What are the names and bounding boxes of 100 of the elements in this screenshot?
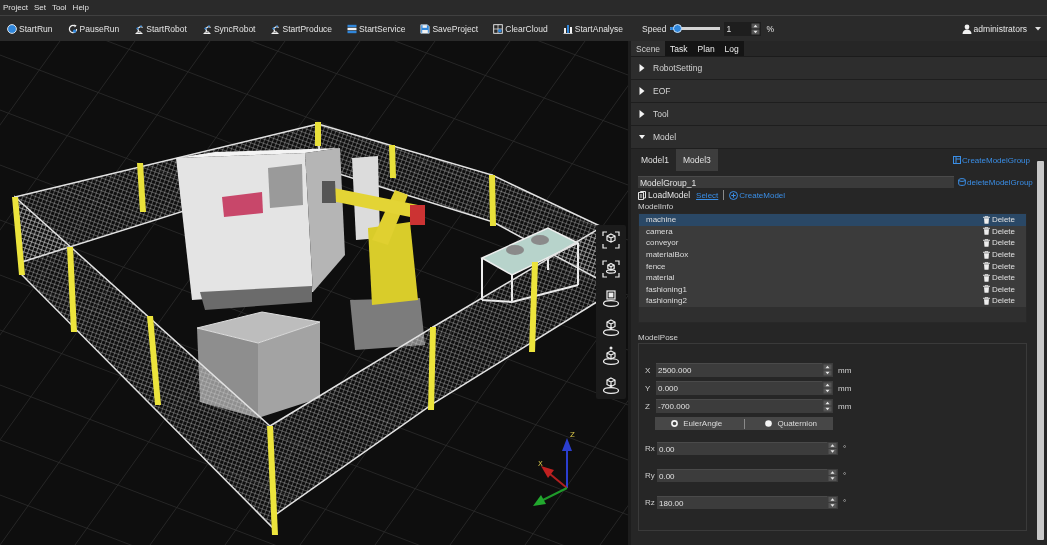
cube-on-disc-icon[interactable] (601, 317, 621, 337)
spin-arrows-icon[interactable] (749, 21, 761, 36)
trash-icon (982, 285, 990, 294)
radio-option[interactable]: Quaternion (749, 417, 833, 430)
accordion-header[interactable]: EOF (631, 80, 1047, 103)
model-name: machine (646, 215, 677, 225)
model-list-row[interactable]: conveyor Delete (639, 237, 1026, 249)
create-model-group-link[interactable]: CreateModelGroup (952, 155, 1030, 165)
menu-item[interactable]: Tool (48, 2, 70, 13)
toolbar-button[interactable]: StartService (345, 19, 408, 38)
cube-on-base-in-brackets-icon[interactable] (601, 259, 621, 279)
number-field[interactable]: 0.000 (656, 381, 822, 395)
model-list-row[interactable]: machine Delete (639, 214, 1026, 226)
unit-label: mm (838, 365, 852, 375)
group-name-field[interactable]: ModelGroup_1 (638, 176, 954, 188)
number-field[interactable]: 180.00 (657, 496, 827, 509)
accordion-header[interactable]: Tool (631, 103, 1047, 126)
axis-gizmo-drawing (533, 438, 572, 506)
menu-item[interactable]: Help (69, 2, 93, 13)
delete-button[interactable]: Delete (982, 296, 1015, 306)
number-field[interactable]: 2500.000 (656, 363, 822, 377)
square-on-disc-icon[interactable] (601, 288, 621, 308)
toolbar-button[interactable]: PauseRun (65, 19, 122, 38)
plus-circle-icon (729, 190, 739, 200)
user-menu[interactable]: administrators (959, 19, 1043, 38)
robot-arm-icon (270, 23, 281, 34)
delete-button[interactable]: Delete (982, 238, 1015, 248)
toolbar-button[interactable]: StartAnalyse (560, 19, 625, 38)
spin-arrows-icon[interactable] (827, 496, 838, 509)
panel-tab[interactable]: Scene (631, 41, 666, 56)
axis-name: Z (645, 401, 651, 411)
number-field[interactable]: 0.00 (657, 442, 827, 455)
section-label: ModelInfo (637, 201, 675, 212)
model-list-row[interactable]: fence Delete (639, 260, 1026, 272)
model-name: conveyor (646, 238, 679, 248)
delete-button[interactable]: Delete (982, 226, 1015, 236)
axis-name: Y (645, 383, 652, 393)
cube-with-dot-on-disc-icon[interactable] (601, 346, 621, 366)
axis-name: Ry (645, 471, 656, 480)
accordion-header[interactable]: Model (631, 126, 1047, 149)
menu-item[interactable]: Set (30, 2, 49, 13)
trash-icon (982, 215, 990, 224)
unit-label: mm (838, 383, 852, 393)
axis-name: Rz (645, 498, 656, 507)
model-name: material (646, 273, 675, 283)
axis-name: Rx (645, 444, 656, 453)
fence-post (315, 122, 321, 146)
robot-arm-icon (134, 23, 145, 34)
trash-icon (982, 296, 990, 305)
load-model-button[interactable]: LoadModel (638, 190, 691, 200)
number-field[interactable]: -700.000 (656, 399, 822, 413)
model-tab[interactable]: Model3 (675, 149, 718, 171)
slider-thumb[interactable] (672, 24, 682, 33)
spin-arrows-icon[interactable] (827, 469, 838, 482)
create-model-button[interactable]: CreateModel (729, 190, 786, 200)
spin-arrows-icon[interactable] (822, 363, 833, 377)
delete-button[interactable]: Delete (982, 215, 1015, 225)
radio-option[interactable]: EulerAngle (655, 417, 739, 430)
menu-item[interactable]: Project (0, 2, 31, 13)
document-icon (638, 190, 646, 200)
model-name: fashioning2 (646, 296, 687, 306)
accordion-header[interactable]: RobotSetting (631, 57, 1047, 80)
delete-button[interactable]: Delete (982, 284, 1015, 294)
toolbar-button[interactable]: StartProduce (268, 19, 335, 38)
axis-name: X (645, 365, 652, 375)
toolbar-button[interactable]: ClearCloud (491, 19, 550, 38)
trash-icon (982, 273, 990, 282)
spin-arrows-icon[interactable] (822, 381, 833, 395)
table-icon (952, 156, 961, 164)
spin-arrows-icon[interactable] (822, 399, 833, 413)
spin-arrows-icon[interactable] (827, 442, 838, 455)
speed-field[interactable]: 1 (723, 21, 750, 36)
toolbar-button[interactable]: SaveProject (418, 19, 481, 38)
cube-on-disc-icon[interactable] (601, 375, 621, 395)
record-icon (7, 23, 17, 34)
unit-label: mm (838, 401, 852, 411)
model-name: fashioning1 (646, 284, 687, 294)
model-tab[interactable]: Model1 (634, 149, 676, 171)
bar-chart-icon (562, 23, 573, 34)
robot-arm-icon (201, 23, 212, 34)
trash-icon (982, 239, 990, 247)
unit-label: ° (843, 471, 847, 480)
model-list-row[interactable]: fashioning2 Delete (639, 295, 1026, 307)
delete-button[interactable]: Delete (982, 250, 1015, 260)
number-field[interactable]: 0.00 (657, 469, 827, 482)
unit-label: % (766, 23, 775, 34)
scrollbar[interactable] (1037, 161, 1044, 540)
section-label: ModelPose (637, 332, 680, 343)
toolbar-button[interactable]: SyncRobot (199, 19, 258, 38)
delete-button[interactable]: Delete (982, 261, 1015, 271)
refresh-icon (67, 23, 78, 34)
select-link[interactable]: Select (696, 190, 719, 200)
toolbar-button[interactable]: StartRun (5, 19, 55, 38)
toolbar-button[interactable]: StartRobot (132, 19, 189, 38)
delete-button[interactable]: Delete (982, 273, 1015, 283)
fence-post (489, 175, 496, 226)
cylinder-icon (958, 178, 966, 186)
delete-model-group-link[interactable]: deleteModelGroup (958, 177, 1033, 187)
model-name: camera (646, 226, 673, 236)
cube-in-brackets-icon[interactable] (601, 230, 621, 250)
